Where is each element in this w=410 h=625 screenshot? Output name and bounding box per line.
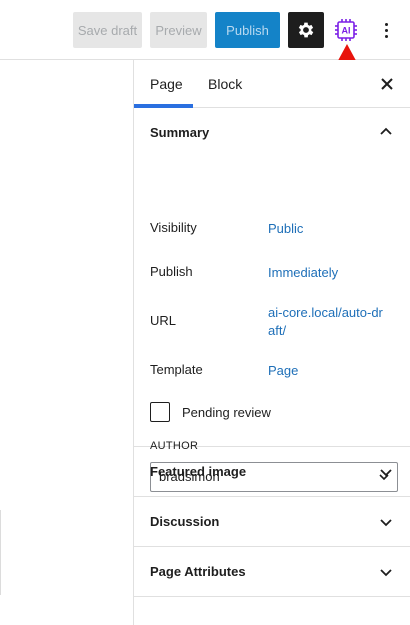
publish-button[interactable]: Publish xyxy=(215,12,280,48)
chevron-up-icon xyxy=(380,127,392,135)
visibility-value[interactable]: Public xyxy=(268,220,398,238)
summary-title: Summary xyxy=(150,125,210,140)
gear-icon xyxy=(298,22,314,38)
discussion-panel[interactable]: Discussion xyxy=(134,497,410,547)
save-draft-button[interactable]: Save draft xyxy=(73,12,142,48)
page-attributes-panel[interactable]: Page Attributes xyxy=(134,547,410,597)
chevron-down-icon xyxy=(380,519,392,527)
ai-label: AI xyxy=(342,26,351,36)
url-value[interactable]: ai-core.local/auto-draft/ xyxy=(268,304,386,340)
summary-panel: Summary Visibility Public Publish Immedi… xyxy=(134,108,410,492)
featured-image-title: Featured image xyxy=(150,464,247,479)
url-label: URL xyxy=(150,313,177,328)
tab-block[interactable]: Block xyxy=(208,60,242,108)
preview-button[interactable]: Preview xyxy=(150,12,207,48)
close-icon[interactable] xyxy=(379,76,395,92)
featured-image-panel[interactable]: Featured image xyxy=(134,447,410,497)
pending-review-checkbox[interactable] xyxy=(150,402,170,422)
visibility-label: Visibility xyxy=(150,220,197,235)
page-attributes-title: Page Attributes xyxy=(150,564,246,579)
canvas-edge xyxy=(0,510,1,595)
publish-label: Publish xyxy=(150,264,193,279)
settings-button[interactable] xyxy=(288,12,324,48)
summary-panel-header[interactable]: Summary xyxy=(134,108,410,156)
more-options-button[interactable] xyxy=(376,17,396,43)
pending-review-label[interactable]: Pending review xyxy=(182,405,271,420)
settings-sidebar: Page Block Summary Visibility Public Pub… xyxy=(133,60,410,625)
template-label: Template xyxy=(150,362,203,377)
tab-page[interactable]: Page xyxy=(150,60,183,108)
template-value[interactable]: Page xyxy=(268,362,398,380)
sidebar-tabs: Page Block xyxy=(134,60,410,108)
publish-value[interactable]: Immediately xyxy=(268,264,398,282)
discussion-title: Discussion xyxy=(150,514,220,529)
chevron-down-icon xyxy=(380,469,392,477)
more-vertical-icon xyxy=(384,22,388,26)
chevron-down-icon xyxy=(380,569,392,577)
ai-plugin-button[interactable]: AI xyxy=(334,18,358,42)
ai-chip-icon: AI xyxy=(335,19,357,41)
